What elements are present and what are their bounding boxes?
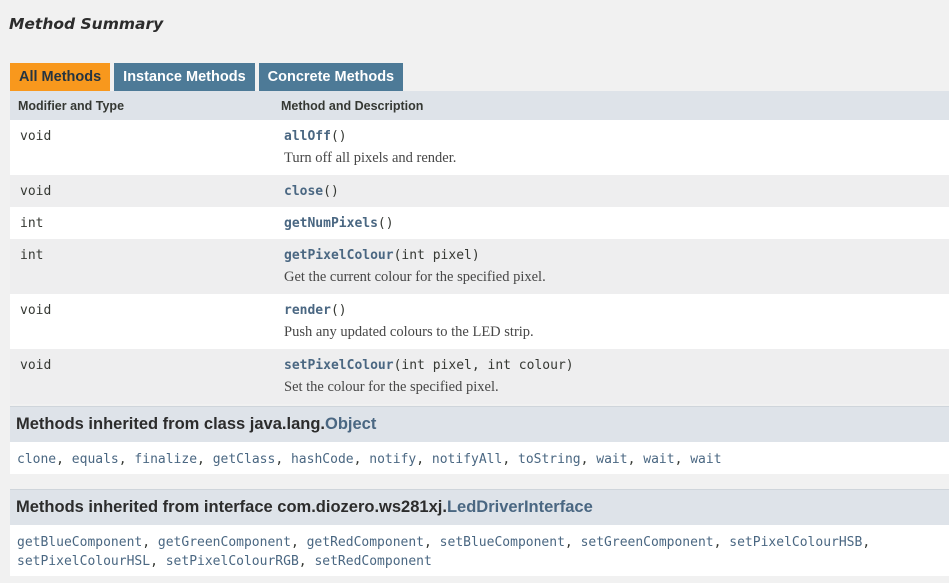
method-params: () (330, 129, 347, 144)
inherited-method-link[interactable]: hashCode (291, 452, 354, 467)
list-separator: , (627, 452, 644, 467)
list-separator: , (353, 452, 370, 467)
table-row: int getNumPixels() (10, 207, 949, 239)
inherited-method-link[interactable]: wait (596, 452, 627, 467)
table-header-row: Modifier and Type Method and Description (10, 91, 949, 120)
method-summary-table: Modifier and Type Method and Description… (10, 91, 949, 404)
method-tabs: All Methods Instance Methods Concrete Me… (10, 63, 407, 91)
method-description: Set the colour for the specified pixel. (284, 379, 499, 395)
inherited-method-link[interactable]: getBlueComponent (17, 535, 142, 550)
table-row: void close() (10, 175, 949, 207)
list-separator: , (416, 452, 432, 467)
inherited-method-link[interactable]: notifyAll (432, 452, 502, 467)
return-type: void (20, 129, 52, 144)
method-params: (int pixel) (393, 248, 480, 263)
return-type: void (20, 358, 52, 373)
inherited-method-link[interactable]: wait (690, 452, 721, 467)
return-type: void (20, 184, 52, 199)
tab-all-methods[interactable]: All Methods (10, 63, 111, 91)
inherited-method-link[interactable]: setPixelColourHSB (729, 535, 862, 550)
list-separator: , (142, 535, 158, 550)
method-link-close[interactable]: close (284, 184, 323, 199)
inherited-method-link[interactable]: wait (643, 452, 674, 467)
method-link-render[interactable]: render (284, 303, 331, 318)
inherited-method-link[interactable]: setBlueComponent (440, 535, 565, 550)
list-separator: , (424, 535, 440, 550)
inherited-from-object: Methods inherited from class java.lang.O… (10, 406, 949, 474)
inherited-interface-methods: getBlueComponent, getGreenComponent, get… (10, 525, 949, 576)
method-description: Get the current colour for the specified… (284, 269, 546, 285)
inherited-method-link[interactable]: setGreenComponent (581, 535, 714, 550)
list-separator: , (56, 452, 72, 467)
method-description: Turn off all pixels and render. (284, 150, 457, 166)
led-driver-interface-link[interactable]: LedDriverInterface (447, 498, 593, 516)
list-separator: , (290, 535, 307, 550)
table-row: void render() Push any updated colours t… (10, 294, 949, 349)
inherited-object-heading: Methods inherited from class java.lang.O… (10, 406, 949, 442)
inherited-interface-prefix: Methods inherited from interface com.dio… (16, 498, 447, 516)
inherited-object-prefix: Methods inherited from class java.lang. (16, 415, 325, 433)
list-separator: , (502, 452, 518, 467)
method-link-getnumpixels[interactable]: getNumPixels (284, 216, 378, 231)
method-params: (int pixel, int colour) (393, 358, 574, 373)
inherited-method-link[interactable]: notify (369, 452, 416, 467)
list-separator: , (674, 452, 691, 467)
list-separator: , (713, 535, 730, 550)
list-separator: , (564, 535, 581, 550)
object-class-link[interactable]: Object (325, 415, 376, 433)
table-row: int getPixelColour(int pixel) Get the cu… (10, 239, 949, 294)
inherited-method-link[interactable]: getClass (213, 452, 276, 467)
method-params: () (323, 184, 339, 199)
method-link-setpixelcolour[interactable]: setPixelColour (284, 358, 394, 373)
list-separator: , (150, 554, 166, 569)
inherited-interface-heading: Methods inherited from interface com.dio… (10, 489, 949, 525)
inherited-object-methods: clone, equals, finalize, getClass, hashC… (10, 442, 949, 474)
method-params: () (330, 303, 347, 318)
inherited-method-link[interactable]: setRedComponent (314, 554, 431, 569)
method-params: () (377, 216, 394, 231)
return-type: void (20, 303, 52, 318)
inherited-method-link[interactable]: setPixelColourRGB (166, 554, 299, 569)
tab-concrete-methods[interactable]: Concrete Methods (258, 63, 404, 91)
return-type: int (20, 248, 44, 263)
tab-instance-methods[interactable]: Instance Methods (114, 63, 255, 91)
list-separator: , (118, 452, 135, 467)
column-header-method: Method and Description (274, 91, 949, 120)
inherited-method-link[interactable]: clone (17, 452, 56, 467)
list-separator: , (197, 452, 213, 467)
method-link-alloff[interactable]: allOff (284, 129, 331, 144)
inherited-method-link[interactable]: setPixelColourHSL (17, 554, 150, 569)
inherited-from-interface: Methods inherited from interface com.dio… (10, 489, 949, 576)
inherited-method-link[interactable]: getRedComponent (307, 535, 424, 550)
inherited-method-link[interactable]: getGreenComponent (158, 535, 291, 550)
inherited-method-link[interactable]: equals (72, 452, 119, 467)
page-title: Method Summary (9, 15, 164, 33)
column-header-modifier: Modifier and Type (10, 91, 274, 120)
list-separator: , (298, 554, 315, 569)
inherited-method-link[interactable]: toString (518, 452, 581, 467)
list-separator: , (862, 535, 871, 550)
return-type: int (20, 216, 44, 231)
list-separator: , (275, 452, 291, 467)
inherited-method-link[interactable]: finalize (134, 452, 197, 467)
method-link-getpixelcolour[interactable]: getPixelColour (284, 248, 394, 263)
table-row: void allOff() Turn off all pixels and re… (10, 120, 949, 175)
method-signature: allOff() (284, 129, 347, 144)
list-separator: , (580, 452, 597, 467)
method-description: Push any updated colours to the LED stri… (284, 324, 534, 340)
table-row: void setPixelColour(int pixel, int colou… (10, 349, 949, 404)
